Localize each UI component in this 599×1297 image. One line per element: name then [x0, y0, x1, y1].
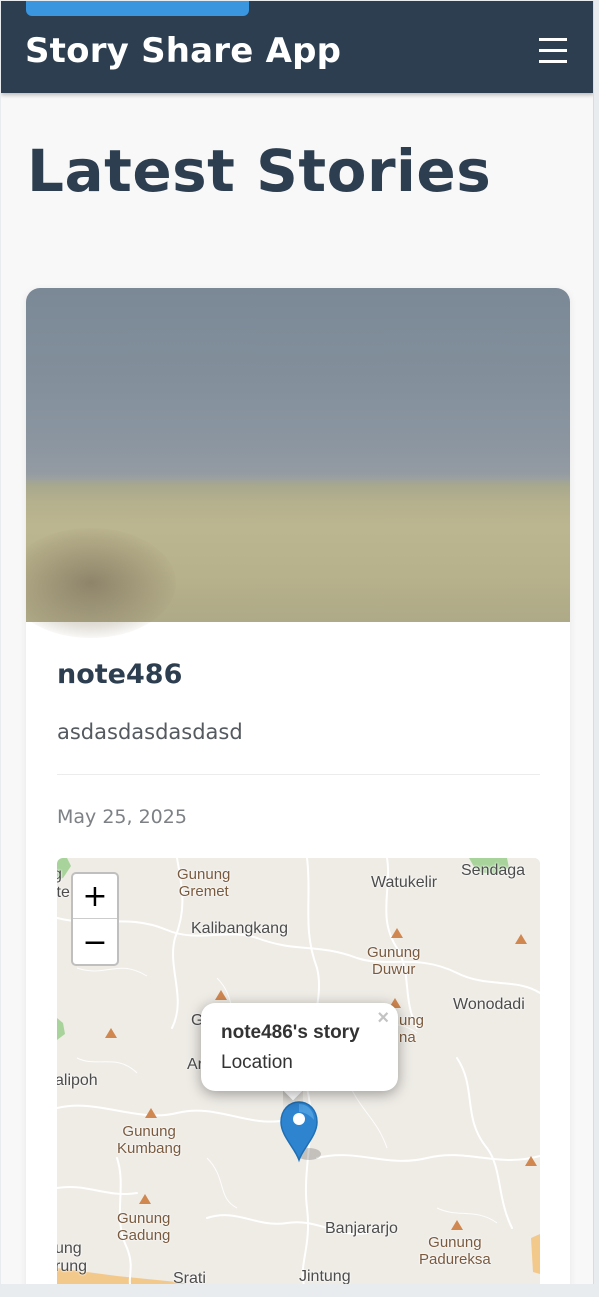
peak-marker-icon — [105, 1028, 117, 1038]
map-popup[interactable]: × note486's story Location — [201, 1003, 398, 1091]
map-place-label: Gunung Padureksa — [419, 1234, 491, 1268]
map-place-label: ung na — [399, 1012, 425, 1046]
zoom-out-button[interactable]: − — [73, 920, 117, 964]
story-location-map[interactable]: gite GunungGremet Watukelir Sendaga Kali… — [57, 858, 540, 1284]
story-date: May 25, 2025 — [57, 806, 187, 828]
story-image[interactable] — [26, 288, 570, 638]
story-description: asdasdasdasdasd — [57, 720, 243, 744]
menu-bar — [539, 38, 567, 41]
peak-marker-icon — [145, 1108, 157, 1118]
peak-marker-icon — [215, 990, 227, 1000]
page-title: Latest Stories — [27, 137, 492, 205]
menu-bar — [539, 49, 567, 52]
skip-to-content-link[interactable] — [26, 1, 249, 16]
peak-marker-icon — [515, 934, 527, 944]
map-place-label: Gunung Gremet — [177, 866, 231, 900]
peak-marker-icon — [139, 1194, 151, 1204]
peak-marker-icon — [525, 1156, 537, 1166]
map-place-label: Gunung Duwur — [367, 944, 421, 978]
map-place-label: Banjararjo — [325, 1220, 398, 1237]
map-place-label: Wonodadi — [453, 996, 525, 1013]
map-place-label: alipoh — [57, 1072, 98, 1089]
app-viewport: Story Share App Latest Stories note486 a… — [1, 1, 594, 1284]
peak-marker-icon — [451, 1220, 463, 1230]
popup-body: Location — [221, 1052, 293, 1073]
divider — [57, 774, 540, 775]
map-place-label: ung rung — [57, 1240, 88, 1275]
peak-marker-icon — [391, 928, 403, 938]
map-zoom-control: + − — [71, 872, 119, 966]
hamburger-menu-icon[interactable] — [537, 34, 571, 68]
popup-title: note486's story — [221, 1022, 360, 1043]
menu-bar — [539, 60, 567, 63]
app-title[interactable]: Story Share App — [25, 31, 341, 71]
image-blur-region — [26, 528, 176, 638]
map-place-label: Jintung — [299, 1268, 351, 1284]
map-place-label: Watukelir — [371, 874, 438, 891]
popup-close-icon[interactable]: × — [377, 1008, 389, 1028]
map-place-label: Gunung Gadung — [117, 1210, 171, 1244]
story-author-name: note486 — [57, 659, 183, 690]
map-place-label: Srati — [173, 1270, 206, 1284]
map-place-label: Sendaga — [461, 862, 526, 879]
popup-tip — [283, 1090, 303, 1110]
map-place-label: Kalibangkang — [191, 920, 288, 937]
map-place-label: Gunung Kumbang — [117, 1123, 182, 1157]
zoom-in-button[interactable]: + — [73, 874, 117, 919]
story-card[interactable]: note486 asdasdasdasdasd May 25, 2025 te … — [26, 288, 570, 1284]
map-place-label: gite — [57, 866, 70, 901]
